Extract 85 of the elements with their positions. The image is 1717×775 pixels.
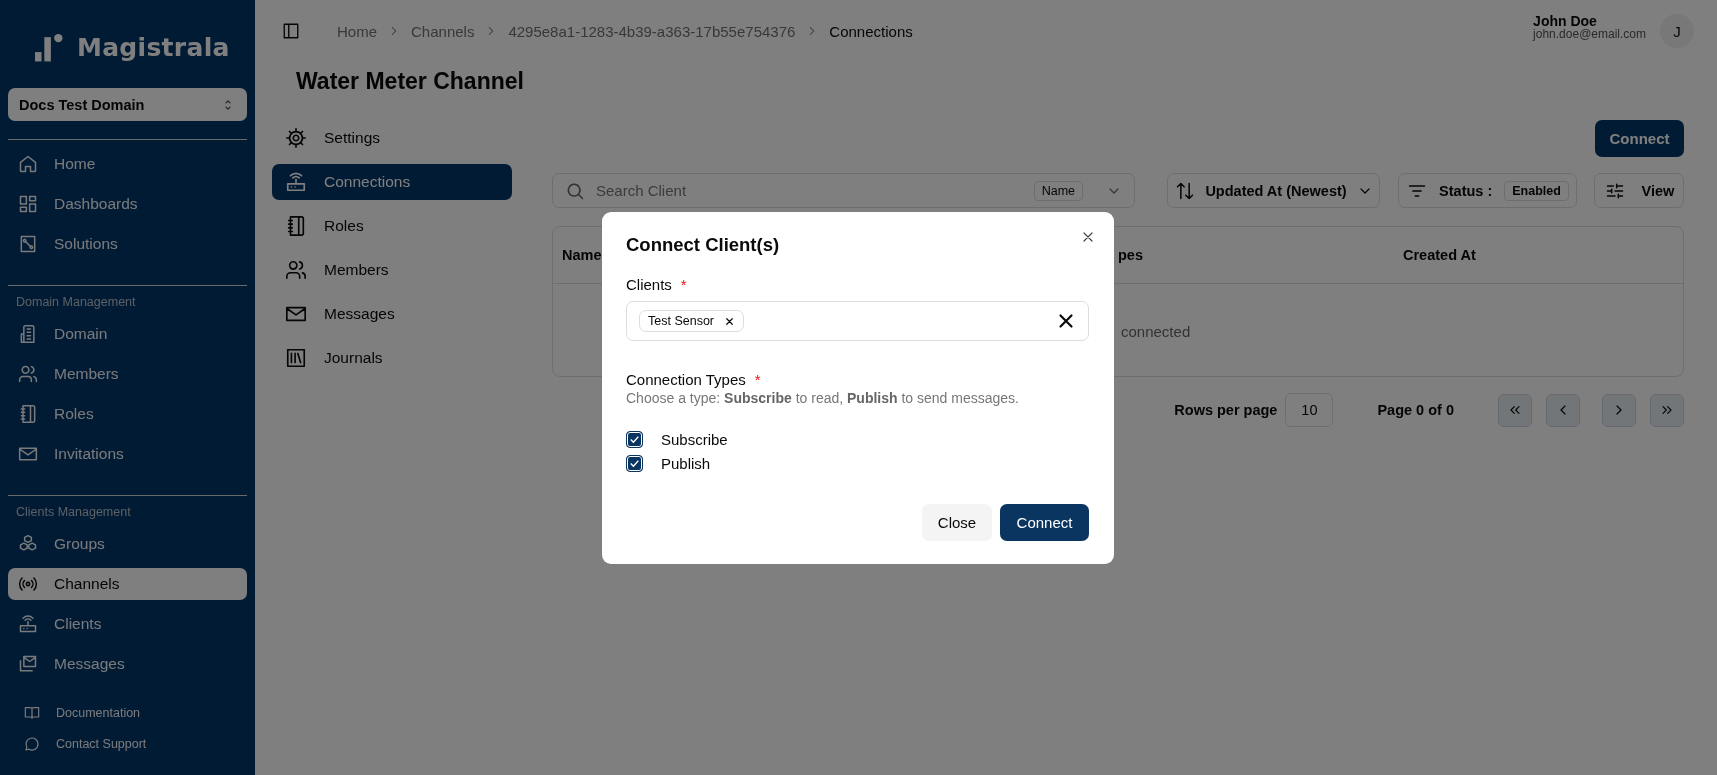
nav-item[interactable]: Roles xyxy=(8,398,247,430)
broadcast-icon xyxy=(18,574,38,594)
nav-item[interactable]: Clients xyxy=(8,608,247,640)
nav-item[interactable]: Home xyxy=(8,148,247,180)
page-info: Page 0 of 0 xyxy=(1377,402,1454,418)
filter-tag: Name xyxy=(1033,180,1083,201)
cubes-icon xyxy=(18,534,38,554)
user-email: john.doe@email.com xyxy=(1533,28,1646,41)
sort-icon xyxy=(1175,180,1196,201)
nav-item[interactable]: Invitations xyxy=(8,438,247,470)
search-input[interactable]: Search Client xyxy=(594,181,1025,200)
first-page-button[interactable] xyxy=(1498,393,1532,427)
required-mark: * xyxy=(754,371,761,388)
last-page-button[interactable] xyxy=(1650,393,1684,427)
breadcrumb-link[interactable]: Connections xyxy=(829,22,913,40)
router-icon xyxy=(18,614,38,634)
grid-icon xyxy=(18,194,38,214)
nav-item[interactable]: Dashboards xyxy=(8,188,247,220)
tab[interactable]: Roles xyxy=(272,208,512,244)
router-icon xyxy=(285,171,307,193)
field-hint: Choose a type: Subscribe to read, Publish to send messages. xyxy=(626,390,1020,406)
section-heading: Clients Management xyxy=(15,504,132,521)
users-icon xyxy=(18,364,38,384)
tab[interactable]: Members xyxy=(272,252,512,288)
rows-per-page-select[interactable]: 10 xyxy=(1285,393,1334,427)
chat-icon xyxy=(24,736,40,752)
sort-button[interactable]: Updated At (Newest) xyxy=(1167,173,1380,208)
sidebar-toggle-icon[interactable] xyxy=(282,22,300,40)
connect-button[interactable]: Connect xyxy=(1000,504,1089,541)
footer-link[interactable]: Contact Support xyxy=(8,734,247,754)
nav-item[interactable]: Messages xyxy=(8,648,247,680)
tab[interactable]: Messages xyxy=(272,296,512,332)
notebook-icon xyxy=(285,215,307,237)
checkbox[interactable] xyxy=(626,455,643,472)
notebook-icon xyxy=(18,404,38,424)
nav-item[interactable]: Domain xyxy=(8,318,247,350)
column-header: Name xyxy=(561,247,603,263)
nav-item[interactable]: Channels xyxy=(8,568,247,600)
checkbox-label: Subscribe xyxy=(661,431,728,448)
logo-text: Magistrala xyxy=(77,34,230,62)
page-title: Water Meter Channel xyxy=(296,67,525,96)
envelope-icon xyxy=(18,444,38,464)
checkbox-label: Publish xyxy=(661,455,711,472)
field-label: Clients xyxy=(626,276,672,293)
tab[interactable]: Settings xyxy=(272,120,512,156)
checkbox[interactable] xyxy=(626,431,643,448)
nav-item[interactable]: Groups xyxy=(8,528,247,560)
required-mark: * xyxy=(680,276,687,293)
status-filter[interactable]: Status : Enabled xyxy=(1398,173,1577,208)
nav-item[interactable]: Solutions xyxy=(8,228,247,260)
chip-label: Test Sensor xyxy=(648,314,714,328)
search-field[interactable]: Search Client Name xyxy=(552,173,1135,208)
tab[interactable]: Connections xyxy=(272,164,512,200)
building-icon xyxy=(18,324,38,344)
book-icon xyxy=(24,705,40,721)
home-icon xyxy=(18,154,38,174)
field-label: Connection Types xyxy=(626,371,746,388)
dialog-title: Connect Client(s) xyxy=(626,234,781,256)
status-label: Status : xyxy=(1439,182,1493,199)
footer-link[interactable]: Documentation xyxy=(8,703,247,723)
view-button[interactable]: View xyxy=(1594,173,1684,208)
section-heading: Domain Management xyxy=(15,294,137,311)
user-name: John Doe xyxy=(1533,15,1598,28)
close-button[interactable]: Close xyxy=(922,504,992,541)
column-header: pes xyxy=(1117,247,1144,263)
rows-per-page-label: Rows per page xyxy=(1174,402,1278,418)
tab[interactable]: Journals xyxy=(272,340,512,376)
inbox-icon xyxy=(18,654,38,674)
connect-button[interactable]: Connect xyxy=(1595,120,1684,157)
library-icon xyxy=(285,347,307,369)
clients-field[interactable]: Test Sensor xyxy=(626,301,1089,341)
status-tag: Enabled xyxy=(1504,180,1569,201)
column-header: Created At xyxy=(1403,247,1477,263)
settings-icon xyxy=(285,127,307,149)
logo-icon xyxy=(35,31,63,62)
flowchart-icon xyxy=(18,234,38,254)
breadcrumb-link[interactable]: Channels xyxy=(411,22,475,40)
avatar[interactable]: J xyxy=(1660,14,1694,48)
domain-select[interactable]: Docs Test Domain xyxy=(8,88,247,121)
remove-icon[interactable] xyxy=(724,315,735,327)
nav-item[interactable]: Members xyxy=(8,358,247,390)
users-icon xyxy=(285,259,307,281)
empty-message: connected xyxy=(1121,322,1191,340)
breadcrumb-link[interactable]: 4295e8a1-1283-4b39-a363-17b55e754376 xyxy=(508,22,796,40)
breadcrumb-link[interactable]: Home xyxy=(337,22,377,40)
